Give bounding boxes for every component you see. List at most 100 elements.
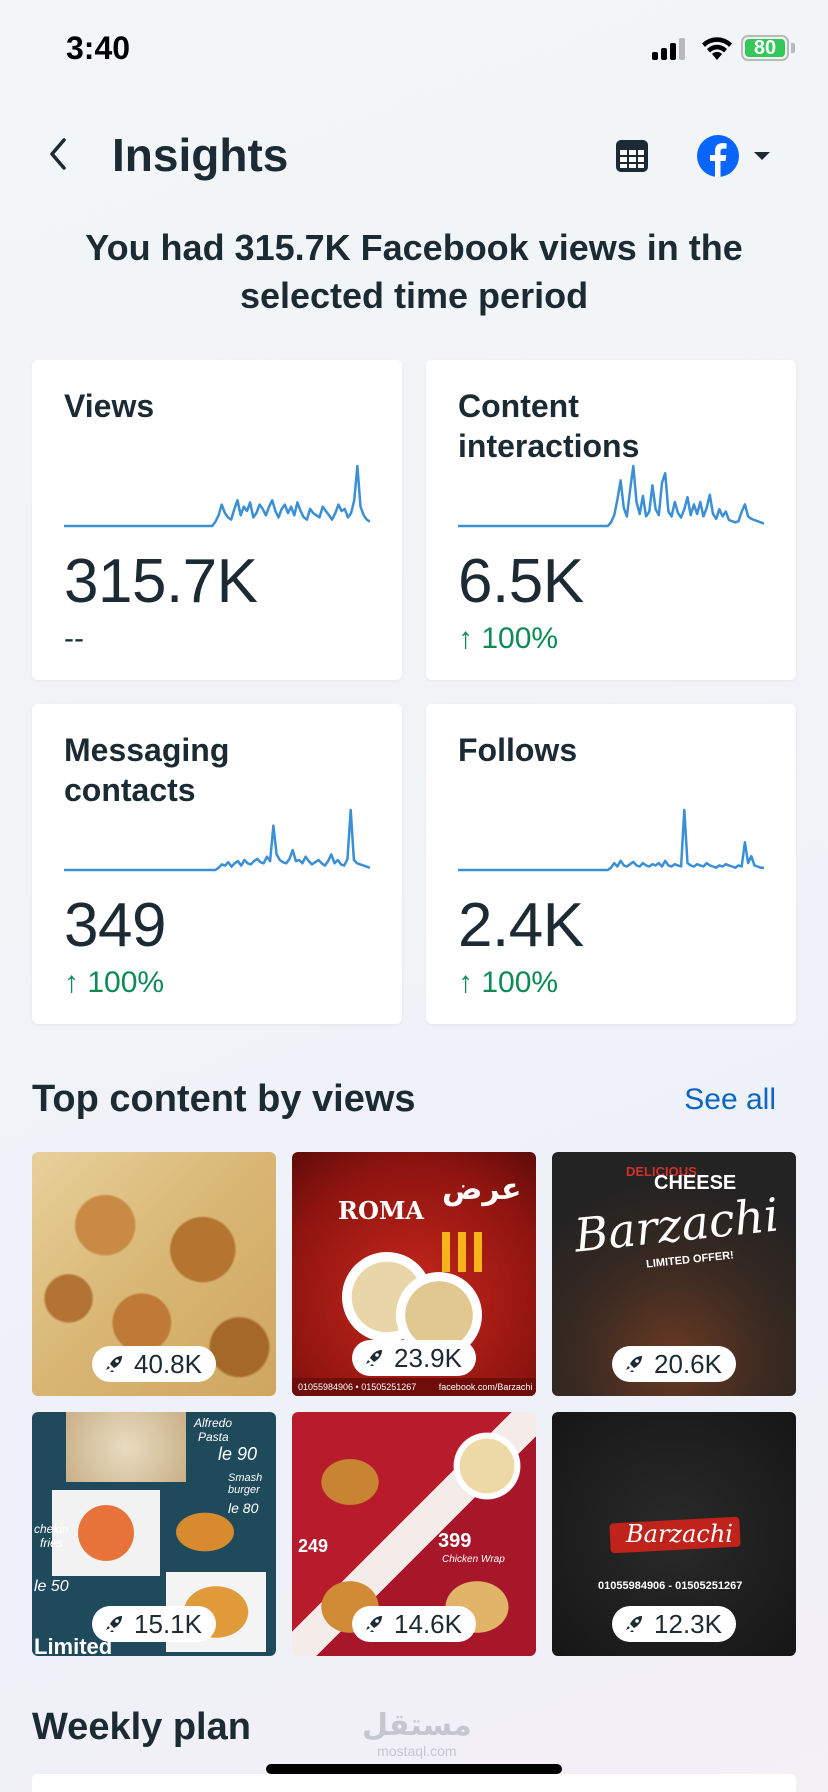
metric-label: Follows [458,732,578,768]
sparkline-chart [458,808,764,872]
phone-text: 01055984906 - 01505251267 [598,1580,743,1592]
metric-change-value: 100% [87,966,165,999]
metric-value: 6.5K [458,547,584,616]
metric-card-follows[interactable]: Follows 2.4K ↑ 100% [426,704,796,1024]
menu-item-text: chekin [34,1522,69,1536]
views-badge: 15.1K [92,1606,216,1642]
menu-price-text: le 90 [218,1444,258,1464]
top-content-title: Top content by views [32,1078,416,1120]
calendar-table-icon[interactable] [610,136,654,176]
metric-change: ↑ 100% [64,966,164,1000]
metric-card-content-interactions[interactable]: Content interactions 6.5K ↑ 100% [426,360,796,680]
status-bar: 3:40 80 [0,0,828,100]
metric-label: Content interactions [458,388,640,464]
phone-text: 01055984906 • 01505251267 [298,1382,417,1392]
metric-change-value: 100% [481,622,559,655]
watermark-logo: مستقل mostaql.com [362,1708,472,1759]
rocket-boost-icon [366,1350,383,1366]
sparkline-chart [458,464,764,528]
watermark-arabic-text: مستقل [362,1709,472,1742]
menu-item-text: Smash [228,1472,263,1484]
price-text: 399 [438,1530,472,1552]
views-count: 14.6K [394,1608,462,1639]
header: Insights [0,120,828,190]
battery-level: 80 [745,38,785,58]
item-label-text: Chicken Wrap [442,1554,505,1565]
sparkline-series [64,464,370,528]
metric-value: 2.4K [458,891,584,960]
up-arrow-icon: ↑ [64,966,88,999]
metric-change-value: 100% [481,966,559,999]
rocket-boost-icon [366,1616,383,1632]
rocket-boost-icon [106,1356,123,1372]
metric-value: 349 [64,891,166,960]
barzachi-logo-text: Barzachi [626,1520,733,1548]
facebook-logo-icon [697,135,739,177]
rocket-boost-icon [626,1356,643,1372]
dropdown-caret-icon [754,152,770,160]
views-badge: 20.6K [612,1346,736,1382]
menu-price-text: le 80 [228,1500,259,1516]
up-arrow-icon: ↑ [458,966,482,999]
views-count: 15.1K [134,1608,202,1639]
content-thumbnail[interactable]: Barzachi 01055984906 - 01505251267 12.3K [552,1412,796,1656]
watermark-latin-text: mostaql.com [377,1743,457,1759]
metric-card-views[interactable]: Views 315.7K -- [32,360,402,680]
wifi-icon [702,37,732,60]
pasta-photo [66,1412,186,1482]
roma-logo-text: ROMA [338,1196,425,1225]
views-badge: 12.3K [612,1606,736,1642]
views-count: 23.9K [394,1342,462,1373]
sparkline-chart [64,464,370,528]
menu-item-text: Alfredo [194,1416,233,1430]
rocket-boost-icon [106,1616,123,1632]
metric-change: ↑ 100% [458,966,558,1000]
content-thumbnail[interactable]: DELICIOUS CHEESE Barzachi LIMITED OFFER!… [552,1152,796,1396]
page-link-text: facebook.com/Barzachi [438,1382,533,1392]
menu-item-text: fries [40,1536,63,1550]
sparkline-series [458,808,764,872]
content-thumbnail[interactable]: 40.8K [32,1152,276,1396]
content-thumbnail[interactable]: Alfredo Pasta le 90 Smash burger le 80 c… [32,1412,276,1656]
see-all-link[interactable]: See all [684,1083,776,1117]
views-badge: 23.9K [352,1340,476,1376]
status-time: 3:40 [66,30,131,66]
pasta-photo [442,1426,532,1506]
back-chevron-icon[interactable] [40,132,80,176]
metric-label: Views [64,388,155,424]
metric-value: 315.7K [64,547,258,616]
metric-card-messaging-contacts[interactable]: Messaging contacts 349 ↑ 100% [32,704,402,1024]
up-arrow-icon: ↑ [458,622,482,655]
metric-change: -- [64,622,84,655]
cheese-text: CHEESE [654,1172,737,1194]
views-badge: 14.6K [352,1606,476,1642]
views-count: 40.8K [134,1348,202,1379]
views-summary-headline: You had 315.7K Facebook views in the sel… [85,227,743,316]
offer-text: عرض [442,1173,522,1206]
battery-cap [791,43,795,53]
page-title: Insights [112,129,289,181]
weekly-plan-title: Weekly plan [32,1706,251,1748]
account-selector[interactable] [696,134,776,178]
contact-strip: 01055984906 • 01505251267 facebook.com/B… [292,1378,536,1396]
rocket-boost-icon [626,1616,643,1632]
metric-label: Messaging contacts [64,732,230,808]
content-thumbnail[interactable]: 249 399 Chicken Wrap 14.6K [292,1412,536,1656]
sparkline-series [458,464,764,528]
views-badge: 40.8K [92,1346,216,1382]
home-indicator [266,1764,562,1774]
menu-item-text: burger [228,1484,260,1496]
menu-price-text: le 50 [34,1578,69,1595]
fries-graphic [442,1232,482,1272]
content-thumbnail[interactable]: ROMA عرض 01055984906 • 01505251267 faceb… [292,1152,536,1396]
views-count: 20.6K [654,1348,722,1379]
cellular-signal-icon [652,38,688,60]
views-count: 12.3K [654,1608,722,1639]
price-text: 249 [298,1536,329,1556]
burger-photo [300,1442,400,1522]
sparkline-series [64,808,370,872]
battery-icon: 80 [741,35,789,61]
weekly-plan-card[interactable] [32,1774,796,1792]
menu-item-text: Pasta [198,1430,229,1444]
metric-change: ↑ 100% [458,622,558,656]
